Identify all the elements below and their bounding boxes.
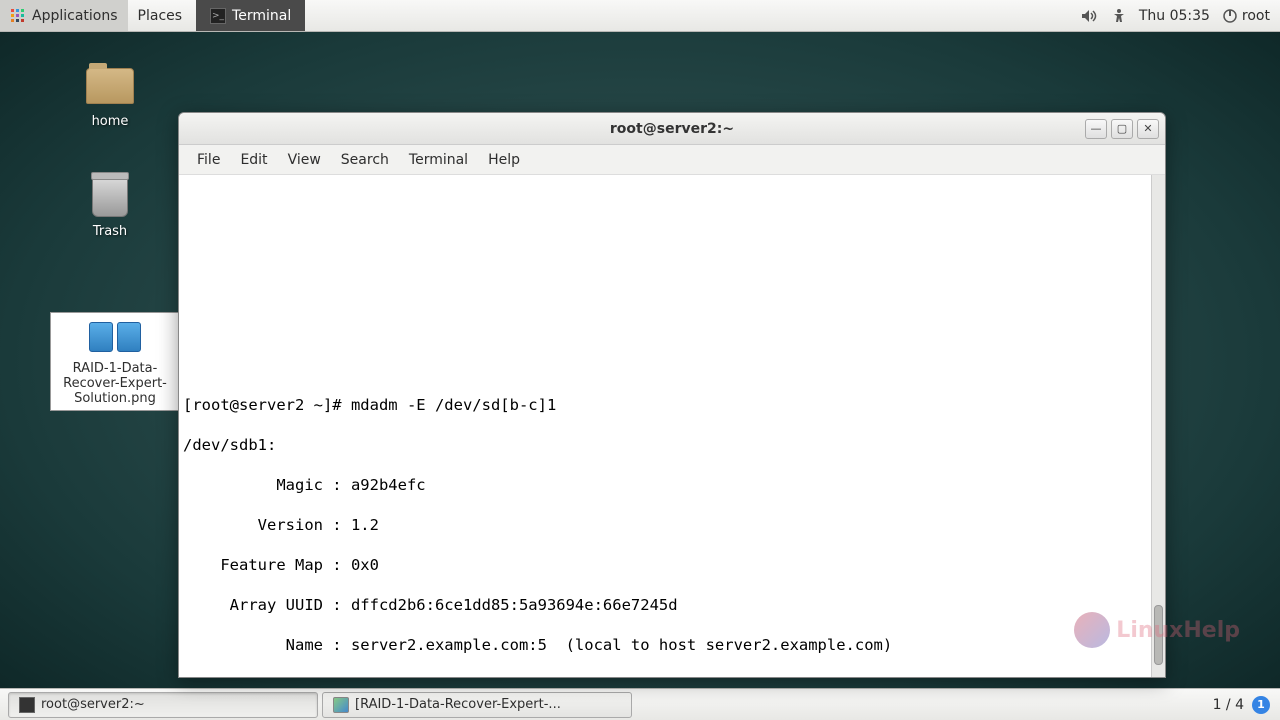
menu-edit[interactable]: Edit [230,148,277,172]
terminal-line: Feature Map : 0x0 [183,555,1161,575]
image-icon [333,697,349,713]
scrollbar-thumb[interactable] [1154,605,1163,665]
terminal-line: /dev/sdb1: [183,435,1161,455]
menu-help[interactable]: Help [478,148,530,172]
volume-icon[interactable] [1081,9,1099,23]
maximize-button[interactable]: ▢ [1111,119,1133,139]
terminal-icon: >_ [210,8,226,24]
home-folder[interactable]: home [55,62,165,129]
user-label: root [1242,8,1270,24]
accessibility-icon[interactable] [1111,8,1127,24]
user-menu[interactable]: root [1222,8,1270,24]
window-title: root@server2:~ [179,121,1165,137]
raid-file-label: RAID-1-Data-Recover-Expert-Solution.png [55,361,175,406]
terminal-line: Name : server2.example.com:5 (local to h… [183,635,1161,655]
active-app-indicator[interactable]: >_ Terminal [196,0,305,31]
minimize-button[interactable]: — [1085,119,1107,139]
terminal-icon [19,697,35,713]
applications-menu[interactable]: Applications [0,0,128,31]
folder-icon [86,68,134,104]
terminal-line: [root@server2 ~]# mdadm -E /dev/sd[b-c]1 [183,395,1161,415]
terminal-line: Magic : a92b4efc [183,475,1161,495]
terminal-line: Creation Time : Thu Nov 9 05:34:42 2017 [183,675,1161,677]
terminal-line: Version : 1.2 [183,515,1161,535]
workspace-badge[interactable]: 1 [1252,696,1270,714]
menu-terminal[interactable]: Terminal [399,148,478,172]
trash-icon [92,175,128,217]
bottom-panel: root@server2:~ [RAID-1-Data-Recover-Expe… [0,688,1280,720]
menu-view[interactable]: View [278,148,331,172]
home-label: home [55,114,165,129]
places-label: Places [138,8,183,24]
menu-bar: File Edit View Search Terminal Help [179,145,1165,175]
menu-file[interactable]: File [187,148,230,172]
page-indicator: 1 / 4 [1213,697,1244,713]
taskbar-image-label: [RAID-1-Data-Recover-Expert-... [355,697,561,712]
top-panel: Applications Places >_ Terminal Thu 05:3… [0,0,1280,32]
apps-grid-icon [10,8,26,24]
places-menu[interactable]: Places [128,0,193,31]
window-titlebar[interactable]: root@server2:~ — ▢ ✕ [179,113,1165,145]
terminal-output[interactable]: [root@server2 ~]# mdadm -E /dev/sd[b-c]1… [179,175,1165,677]
clock[interactable]: Thu 05:35 [1139,8,1210,24]
close-button[interactable]: ✕ [1137,119,1159,139]
image-file-icon [55,317,175,357]
taskbar-image-viewer[interactable]: [RAID-1-Data-Recover-Expert-... [322,692,632,718]
taskbar-terminal-label: root@server2:~ [41,697,145,712]
raid-image-file[interactable]: RAID-1-Data-Recover-Expert-Solution.png [50,312,180,411]
scrollbar[interactable] [1151,175,1165,677]
power-icon [1222,8,1238,24]
trash[interactable]: Trash [55,172,165,239]
terminal-window: root@server2:~ — ▢ ✕ File Edit View Sear… [178,112,1166,678]
active-app-label: Terminal [232,8,291,24]
desktop: home Trash RAID-1-Data-Recover-Expert-So… [0,32,1280,688]
terminal-line: Array UUID : dffcd2b6:6ce1dd85:5a93694e:… [183,595,1161,615]
trash-label: Trash [55,224,165,239]
menu-search[interactable]: Search [331,148,399,172]
taskbar-terminal[interactable]: root@server2:~ [8,692,318,718]
applications-label: Applications [32,8,118,24]
